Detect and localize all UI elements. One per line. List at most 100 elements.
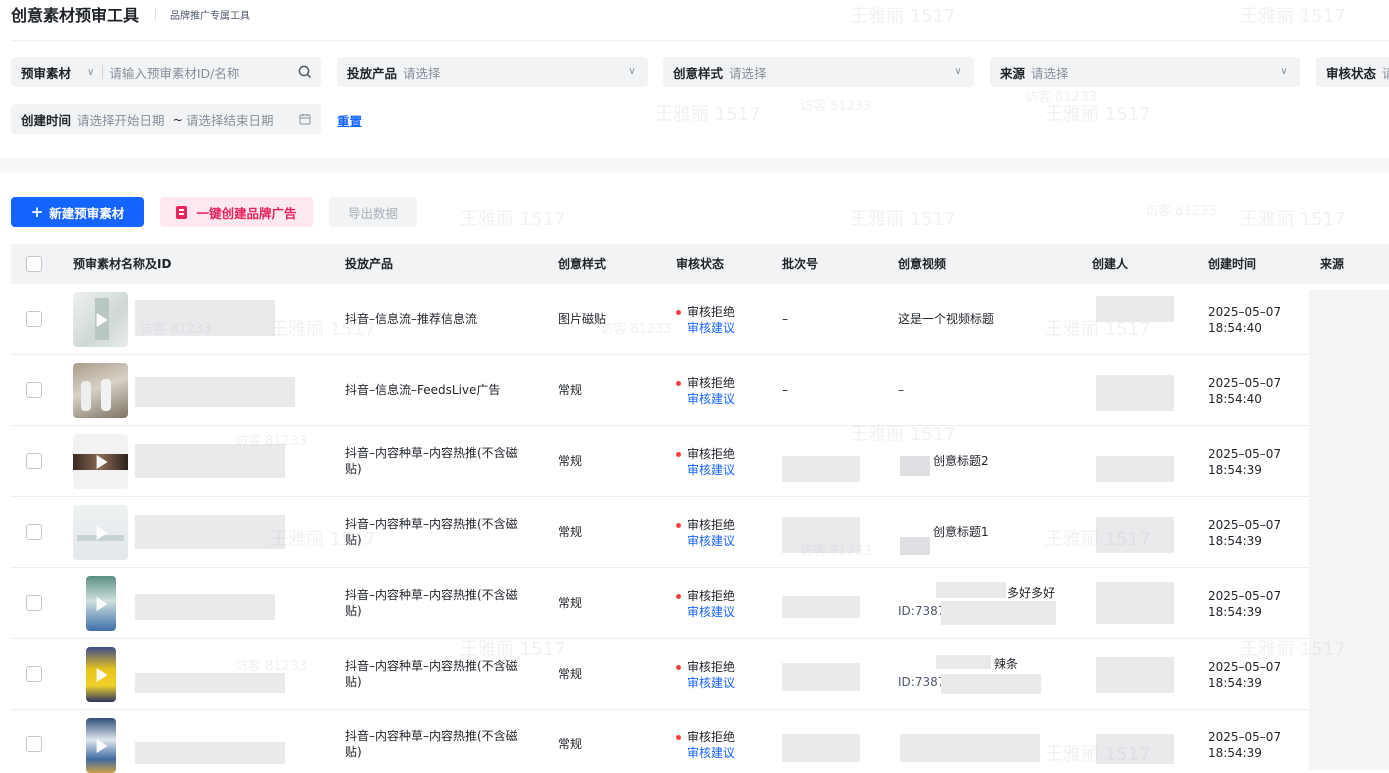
export-data-button[interactable]: 导出数据 xyxy=(329,197,417,227)
row-video-title: – xyxy=(898,383,904,397)
material-search-input[interactable]: 请输入预审素材ID/名称 xyxy=(109,63,239,82)
source-placeholder: 请选择 xyxy=(1031,65,1069,81)
row-checkbox[interactable] xyxy=(26,311,42,327)
row-video-title: 多好多好 xyxy=(1007,586,1056,600)
material-name-redacted xyxy=(135,444,285,478)
material-search-filter[interactable]: 预审素材 ∨ 请输入预审素材ID/名称 xyxy=(11,57,321,87)
material-thumbnail[interactable] xyxy=(86,647,116,702)
review-suggestion-link[interactable]: 审核建议 xyxy=(687,745,735,761)
row-product: 抖音–内容种草–内容热推(不含磁贴) xyxy=(345,588,518,618)
col-created-time: 创建时间 xyxy=(1208,257,1257,271)
row-video-title: 辣条 xyxy=(994,657,1019,671)
table-row[interactable]: 抖音–内容种草–内容热推(不含磁贴) 常规 审核拒绝 审核建议 创意标题2 20… xyxy=(11,426,1389,497)
table-row[interactable]: 抖音–信息流–FeedsLive广告 常规 审核拒绝 审核建议 – – 2025… xyxy=(11,355,1389,426)
play-icon xyxy=(96,525,108,540)
row-style: 常规 xyxy=(558,667,583,681)
batch-redacted xyxy=(782,663,860,691)
row-style: 常规 xyxy=(558,525,583,539)
row-created-time: 2025–05–07 18:54:39 xyxy=(1208,588,1281,620)
status-text: 审核拒绝 xyxy=(687,447,736,461)
status-dot-icon xyxy=(676,593,681,599)
watermark: 王雅丽 1517 xyxy=(1240,6,1346,27)
row-time: 18:54:39 xyxy=(1208,605,1262,619)
material-name-redacted xyxy=(135,594,275,620)
material-name-redacted xyxy=(135,673,285,693)
review-suggestion-link[interactable]: 审核建议 xyxy=(687,675,735,691)
row-checkbox[interactable] xyxy=(26,524,42,540)
play-icon xyxy=(96,667,108,682)
row-checkbox[interactable] xyxy=(26,595,42,611)
status-text: 审核拒绝 xyxy=(687,305,736,319)
row-created-time: 2025–05–07 18:54:39 xyxy=(1208,517,1281,549)
create-brand-ad-button[interactable]: 一键创建品牌广告 xyxy=(160,197,313,227)
material-thumbnail[interactable] xyxy=(73,363,128,418)
reset-link[interactable]: 重置 xyxy=(337,111,362,130)
creator-redacted xyxy=(1096,657,1174,693)
row-batch: – xyxy=(782,383,788,397)
material-thumbnail[interactable] xyxy=(73,292,128,347)
review-suggestion-link[interactable]: 审核建议 xyxy=(687,320,735,336)
row-time: 18:54:39 xyxy=(1208,746,1262,760)
row-created-time: 2025–05–07 18:54:39 xyxy=(1208,446,1281,478)
new-material-button[interactable]: + 新建预审素材 xyxy=(11,197,144,227)
source-select[interactable]: 来源 请选择 ∨ xyxy=(990,57,1300,87)
product-select[interactable]: 投放产品 请选择 ∨ xyxy=(337,57,648,87)
material-thumbnail[interactable] xyxy=(86,576,116,631)
row-review-status: 审核拒绝 审核建议 xyxy=(676,588,735,620)
table-row[interactable]: 抖音–内容种草–内容热推(不含磁贴) 常规 审核拒绝 审核建议 2025–05–… xyxy=(11,710,1389,773)
source-label: 来源 xyxy=(1000,65,1026,81)
row-checkbox[interactable] xyxy=(26,453,42,469)
row-product: 抖音–信息流–推荐信息流 xyxy=(345,312,478,326)
new-material-label: 新建预审素材 xyxy=(49,205,125,221)
row-checkbox[interactable] xyxy=(26,382,42,398)
material-thumbnail[interactable] xyxy=(73,434,128,489)
batch-redacted xyxy=(782,596,860,618)
row-review-status: 审核拒绝 审核建议 xyxy=(676,304,735,336)
material-name-redacted xyxy=(135,300,275,336)
watermark: 王雅丽 1517 xyxy=(460,209,566,230)
row-date: 2025–05–07 xyxy=(1208,730,1282,744)
table-row[interactable]: 抖音–内容种草–内容热推(不含磁贴) 常规 审核拒绝 审核建议 多好多好 ID:… xyxy=(11,568,1389,639)
table-row[interactable]: 抖音–内容种草–内容热推(不含磁贴) 常规 审核拒绝 审核建议 创意标题1 20… xyxy=(11,497,1389,568)
created-date-range[interactable]: 创建时间 请选择开始日期 ~ 请选择结束日期 xyxy=(11,104,321,134)
play-icon xyxy=(96,596,108,611)
row-style: 常规 xyxy=(558,596,583,610)
review-suggestion-link[interactable]: 审核建议 xyxy=(687,604,735,620)
review-suggestion-link[interactable]: 审核建议 xyxy=(687,533,735,549)
row-video-id: ID:7387 xyxy=(898,675,946,689)
row-created-time: 2025–05–07 18:54:40 xyxy=(1208,375,1281,407)
col-product: 投放产品 xyxy=(345,257,394,271)
row-style: 常规 xyxy=(558,737,583,751)
end-date-input[interactable]: 请选择结束日期 xyxy=(186,110,274,129)
col-style: 创意样式 xyxy=(558,257,607,271)
material-thumbnail[interactable] xyxy=(73,505,128,560)
row-review-status: 审核拒绝 审核建议 xyxy=(676,517,735,549)
review-status-label: 审核状态 xyxy=(1326,65,1377,81)
section-separator xyxy=(0,157,1389,173)
search-icon[interactable] xyxy=(297,64,313,80)
review-suggestion-link[interactable]: 审核建议 xyxy=(687,462,735,478)
row-checkbox[interactable] xyxy=(26,666,42,682)
row-checkbox[interactable] xyxy=(26,736,42,752)
row-date: 2025–05–07 xyxy=(1208,589,1282,603)
product-placeholder: 请选择 xyxy=(403,65,441,81)
header-divider xyxy=(11,40,1389,41)
row-created-time: 2025–05–07 18:54:39 xyxy=(1208,729,1281,761)
row-video-title: 创意标题2 xyxy=(933,454,989,468)
table-row[interactable]: 抖音–内容种草–内容热推(不含磁贴) 常规 审核拒绝 审核建议 辣条 ID:73… xyxy=(11,639,1389,710)
style-select[interactable]: 创意样式 请选择 ∨ xyxy=(663,57,974,87)
calendar-icon xyxy=(299,114,311,125)
title-divider xyxy=(155,7,157,21)
col-creator: 创建人 xyxy=(1092,257,1129,271)
table-row[interactable]: 抖音–信息流–推荐信息流 图片磁贴 审核拒绝 审核建议 – 这是一个视频标题 2… xyxy=(11,284,1389,355)
select-all-checkbox[interactable] xyxy=(26,256,42,272)
row-review-status: 审核拒绝 审核建议 xyxy=(676,729,735,761)
status-dot-icon xyxy=(676,309,681,315)
review-status-select[interactable]: 审核状态 请 xyxy=(1316,57,1389,87)
material-thumbnail[interactable] xyxy=(86,718,116,773)
review-suggestion-link[interactable]: 审核建议 xyxy=(687,391,735,407)
row-time: 18:54:39 xyxy=(1208,534,1262,548)
start-date-input[interactable]: 请选择开始日期 xyxy=(77,110,165,129)
page-subtitle: 品牌推广专属工具 xyxy=(170,10,251,22)
material-type-select[interactable]: 预审素材 xyxy=(21,63,71,82)
